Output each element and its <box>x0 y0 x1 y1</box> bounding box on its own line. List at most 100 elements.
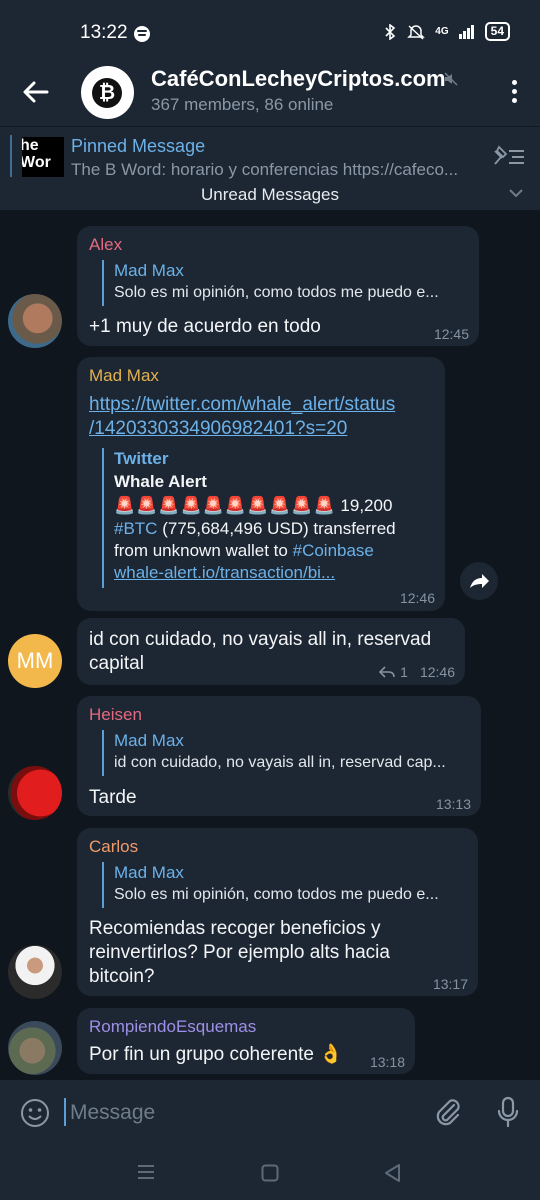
message-meta: 1 12:46 <box>378 664 455 680</box>
message-time: 12:46 <box>419 664 455 680</box>
pinned-text: The B Word: horario y conferencias https… <box>71 160 459 179</box>
avatar-alex[interactable] <box>8 294 62 348</box>
reply-quote[interactable]: Mad Max Solo es mi opinión, como todos m… <box>102 862 478 908</box>
preview-alert-line: 🚨🚨🚨🚨🚨🚨🚨🚨🚨🚨 19,200 <box>114 493 429 518</box>
message-text: Por fin un grupo coherente 👌 <box>89 1044 343 1065</box>
message-input[interactable] <box>68 1096 412 1130</box>
emoji-icon[interactable] <box>20 1098 50 1128</box>
preview-site: Twitter <box>114 449 169 468</box>
reply-arrow-icon <box>379 666 395 678</box>
text-line-2: capital <box>89 653 144 674</box>
link-preview[interactable]: Twitter Whale Alert 🚨🚨🚨🚨🚨🚨🚨🚨🚨🚨 19,200 #B… <box>102 448 429 588</box>
message-text: Tarde <box>89 787 137 808</box>
reply-text: Solo es mi opinión, como todos me puedo … <box>114 886 439 903</box>
preview-line3: from unknown wallet to <box>114 541 288 560</box>
back-arrow-icon[interactable] <box>20 76 52 108</box>
unread-label: Unread Messages <box>201 185 339 204</box>
unread-divider: Unread Messages <box>0 184 540 210</box>
tweet-link[interactable]: https://twitter.com/whale_alert/status /… <box>89 393 395 441</box>
avatar-carlos[interactable] <box>8 945 62 999</box>
sender-name: RompiendoEsquemas <box>89 1017 257 1036</box>
battery-icon: 54 <box>484 22 510 41</box>
back-triangle-icon[interactable] <box>383 1163 401 1183</box>
group-avatar[interactable]: ₿ <box>81 66 134 119</box>
bluetooth-icon <box>385 23 396 40</box>
sender-name: Heisen <box>89 705 142 724</box>
pinned-message-bar[interactable]: he Wor Pinned Message The B Word: horari… <box>0 126 540 185</box>
reply-text: Solo es mi opinión, como todos me puedo … <box>114 284 439 301</box>
hashtag-btc[interactable]: #BTC <box>114 519 157 538</box>
reply-quote[interactable]: Mad Max id con cuidado, no vayais all in… <box>102 730 481 776</box>
chat-header: ₿ CaféConLecheyCriptos.com 367 members, … <box>0 56 540 126</box>
text-line-1: id con cuidado, no vayais all in, reserv… <box>89 629 432 650</box>
message-bubble-heisen[interactable]: Heisen Mad Max id con cuidado, no vayais… <box>77 696 481 816</box>
home-button-icon[interactable] <box>261 1164 279 1182</box>
message-composer <box>0 1080 540 1144</box>
microphone-icon[interactable] <box>496 1096 520 1128</box>
reply-sender: Mad Max <box>114 261 184 280</box>
message-time: 13:17 <box>432 976 468 992</box>
thumb-text-2: Wor <box>22 154 51 171</box>
status-time: 13:22 <box>80 22 128 43</box>
status-icons: 4G 54 <box>383 22 510 41</box>
message-time: 12:45 <box>433 326 469 342</box>
pinned-thumbnail: he Wor <box>22 137 64 177</box>
message-bubble-rompiendo[interactable]: RompiendoEsquemas Por fin un grupo coher… <box>77 1008 415 1074</box>
reply-text: id con cuidado, no vayais all in, reserv… <box>114 754 446 771</box>
preview-link[interactable]: whale-alert.io/transaction/bi... <box>114 562 429 584</box>
share-arrow-icon <box>470 574 489 588</box>
text-line-2: reinvertirlos? Por ejemplo alts hacia <box>89 942 390 963</box>
preview-body-line2: #BTC (775,684,496 USD) transferred <box>114 518 429 540</box>
bitcoin-cup-logo-icon: ₿ <box>92 78 122 108</box>
reply-sender: Mad Max <box>114 863 184 882</box>
avatar-initials: MM <box>16 648 54 673</box>
reply-sender: Mad Max <box>114 731 184 750</box>
more-menu-icon[interactable] <box>512 80 518 107</box>
status-bar: 13:22 4G 54 <box>0 0 540 56</box>
preview-title: Whale Alert <box>114 472 207 491</box>
forward-button[interactable] <box>460 562 498 600</box>
preview-amount: 19,200 <box>340 496 393 515</box>
message-text: Recomiendas recoger beneficios y reinver… <box>89 917 390 989</box>
hashtag-coinbase[interactable]: #Coinbase <box>293 541 374 560</box>
message-time: 13:13 <box>435 796 471 812</box>
thumb-text-1: he <box>22 137 39 154</box>
message-bubble-madmax-text[interactable]: id con cuidado, no vayais all in, reserv… <box>77 618 465 685</box>
message-bubble-carlos[interactable]: Carlos Mad Max Solo es mi opinión, como … <box>77 828 478 996</box>
unpin-list-icon[interactable] <box>492 145 526 167</box>
chat-title[interactable]: CaféConLecheyCriptos.com <box>151 66 446 92</box>
spotify-icon <box>134 26 150 42</box>
recent-apps-icon[interactable] <box>137 1164 155 1180</box>
message-time: 13:18 <box>369 1054 405 1070</box>
pinned-label: Pinned Message <box>71 136 206 156</box>
message-bubble-alex[interactable]: Alex Mad Max Solo es mi opinión, como to… <box>77 226 479 346</box>
message-bubble-madmax-link[interactable]: Mad Max https://twitter.com/whale_alert/… <box>77 357 445 611</box>
sender-name: Alex <box>89 235 123 254</box>
paperclip-icon[interactable] <box>434 1097 462 1127</box>
signal-icon <box>458 24 474 39</box>
link-line-2: /1420330334906982401?s=20 <box>89 418 348 439</box>
text-cursor <box>64 1098 66 1126</box>
sender-name: Mad Max <box>89 366 159 385</box>
text-line-1: Recomiendas recoger beneficios y <box>89 918 381 939</box>
avatar-heisen[interactable] <box>8 766 62 820</box>
avatar-rompiendoesquemas[interactable] <box>8 1021 62 1075</box>
link-line-1: https://twitter.com/whale_alert/status <box>89 394 396 415</box>
members-count: 367 members, 86 online <box>151 95 334 114</box>
message-time: 12:46 <box>399 590 435 606</box>
muted-speaker-icon <box>444 72 458 86</box>
chevron-down-icon[interactable] <box>508 187 524 199</box>
sender-name: Carlos <box>89 837 139 856</box>
preview-body-line3: from unknown wallet to #Coinbase <box>114 540 429 562</box>
mute-vibrate-icon <box>407 24 426 40</box>
reply-quote[interactable]: Mad Max Solo es mi opinión, como todos m… <box>102 260 479 306</box>
avatar-mad-max[interactable]: MM <box>8 634 62 688</box>
reply-count: 1 <box>400 664 408 680</box>
text-line-3: bitcoin? <box>89 966 155 987</box>
network-type: 4G <box>435 26 449 37</box>
siren-emoji-row: 🚨🚨🚨🚨🚨🚨🚨🚨🚨🚨 <box>114 496 336 515</box>
pinned-indicator <box>10 135 12 177</box>
preview-usd: (775,684,496 USD) transferred <box>162 519 396 538</box>
message-text: +1 muy de acuerdo en todo <box>89 316 321 337</box>
android-navigation-bar <box>0 1144 540 1200</box>
